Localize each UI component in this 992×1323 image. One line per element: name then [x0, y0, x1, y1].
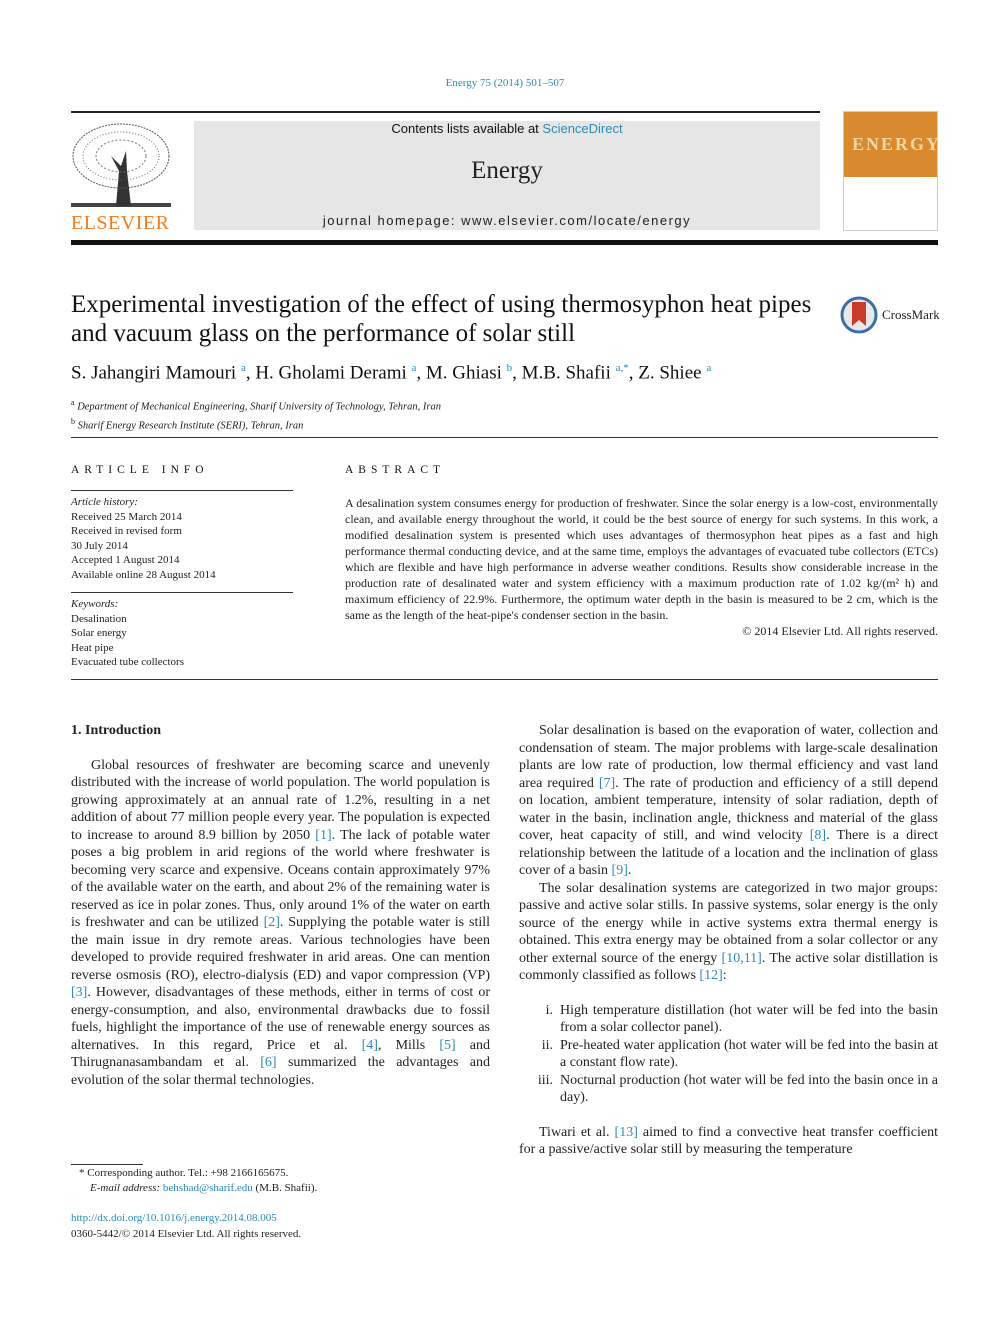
text-run: .: [627, 863, 632, 878]
reference-link[interactable]: [10,11]: [722, 951, 762, 966]
author-affiliation-mark[interactable]: a: [412, 362, 417, 374]
section-heading: 1. Introduction: [71, 723, 161, 738]
footnote-rule: [71, 1164, 143, 1165]
paragraph: Tiwari et al. [13] aimed to find a conve…: [519, 1124, 938, 1159]
text-run: , Mills: [377, 1037, 440, 1053]
elsevier-tree-logo: [71, 123, 171, 207]
reference-link[interactable]: [12]: [699, 968, 722, 983]
affiliations: a Department of Mechanical Engineering, …: [71, 396, 441, 433]
paper-page: Energy 75 (2014) 501–507 ELSEVIER Conten…: [0, 0, 992, 1323]
doi-link[interactable]: http://dx.doi.org/10.1016/j.energy.2014.…: [71, 1210, 301, 1226]
journal-banner: Contents lists available at ScienceDirec…: [194, 121, 820, 230]
article-info-heading: ARTICLE INFO: [71, 464, 209, 476]
article-title: Experimental investigation of the effect…: [71, 291, 812, 347]
divider: [71, 679, 938, 680]
journal-homepage[interactable]: journal homepage: www.elsevier.com/locat…: [194, 213, 820, 228]
author-list: S. Jahangiri Mamouri a, H. Gholami Deram…: [71, 362, 712, 384]
author-name[interactable]: M.B. Shafii: [522, 362, 611, 383]
author-name[interactable]: S. Jahangiri Mamouri: [71, 362, 236, 383]
reference-link[interactable]: [2]: [264, 915, 280, 930]
author-affiliation-mark[interactable]: b: [507, 362, 513, 374]
author-affiliation-mark[interactable]: a,*: [616, 362, 629, 374]
journal-name: Energy: [471, 157, 543, 184]
history-item: 30 July 2014: [71, 539, 128, 552]
journal-cover: ENERGY: [843, 111, 942, 231]
reference-link[interactable]: [7]: [599, 776, 615, 791]
abstract-copyright: © 2014 Elsevier Ltd. All rights reserved…: [742, 624, 938, 638]
issn: 0360-5442/© 2014 Elsevier Ltd. All right…: [71, 1228, 302, 1240]
divider: [71, 437, 938, 438]
paragraph: Solar desalination is based on the evapo…: [519, 722, 938, 880]
keyword: Heat pipe: [71, 641, 114, 654]
author-name[interactable]: Z. Shiee: [638, 362, 701, 383]
right-column: Solar desalination is based on the evapo…: [519, 722, 938, 1159]
author-name[interactable]: M. Ghiasi: [426, 362, 502, 383]
reference-link[interactable]: [4]: [362, 1038, 378, 1053]
keyword: Solar energy: [71, 627, 127, 639]
keyword: Evacuated tube collectors: [71, 656, 185, 668]
keyword: Desalination: [71, 612, 127, 625]
divider: [71, 111, 820, 113]
paragraph: Global resources of freshwater are becom…: [71, 757, 490, 1090]
affiliation: a Department of Mechanical Engineering, …: [71, 398, 441, 413]
paragraph: The solar desalination systems are categ…: [519, 880, 938, 985]
article-info: Article history: Received 25 March 2014 …: [71, 490, 293, 670]
email-link[interactable]: behshad@sharif.edu: [163, 1182, 253, 1194]
left-column: 1. Introduction Global resources of fres…: [71, 722, 490, 1089]
reference-link[interactable]: [3]: [71, 985, 87, 1000]
author-affiliation-mark[interactable]: a: [241, 362, 246, 374]
journal-citation[interactable]: Energy 75 (2014) 501–507: [0, 77, 992, 89]
footnote: * Corresponding author. Tel.: +98 216616…: [79, 1167, 318, 1194]
reference-link[interactable]: [9]: [612, 863, 628, 878]
text-run: Tiwari et al.: [539, 1124, 615, 1140]
author-affiliation-mark[interactable]: a: [706, 362, 711, 374]
affiliation: b Sharif Energy Research Institute (SERI…: [71, 416, 304, 432]
history-item: Received in revised form: [71, 525, 182, 537]
list-item: ii. Pre-heated water application (hot wat…: [541, 1037, 938, 1071]
reference-link[interactable]: [13]: [615, 1125, 638, 1140]
history-item: Accepted 1 August 2014: [71, 554, 180, 566]
list-item: i. High temperature distillation (hot wat…: [545, 1002, 938, 1036]
contents-line: Contents lists available at ScienceDirec…: [391, 121, 623, 136]
reference-link[interactable]: [6]: [260, 1055, 276, 1070]
crossmark-button[interactable]: CrossMark: [840, 296, 940, 334]
sciencedirect-link[interactable]: ScienceDirect: [542, 121, 622, 136]
abstract: A desalination system consumes energy fo…: [345, 495, 938, 639]
text-run: :: [722, 968, 727, 983]
history-item: Received 25 March 2014: [71, 510, 182, 523]
elsevier-wordmark: ELSEVIER: [71, 212, 170, 234]
header-bar: [71, 240, 938, 245]
list-item: iii. Nocturnal production (hot water will…: [537, 1072, 938, 1106]
author-name[interactable]: H. Gholami Derami: [255, 362, 406, 383]
cover-title: ENERGY: [852, 134, 942, 154]
reference-link[interactable]: [1]: [315, 828, 331, 843]
reference-link[interactable]: [8]: [810, 828, 826, 843]
doi-block: http://dx.doi.org/10.1016/j.energy.2014.…: [71, 1210, 301, 1242]
reference-link[interactable]: [5]: [439, 1038, 455, 1053]
abstract-heading: ABSTRACT: [345, 464, 446, 476]
history-item: Available online 28 August 2014: [71, 568, 216, 581]
abstract-text: A desalination system consumes energy fo…: [345, 496, 938, 622]
crossmark-icon: [840, 296, 878, 334]
